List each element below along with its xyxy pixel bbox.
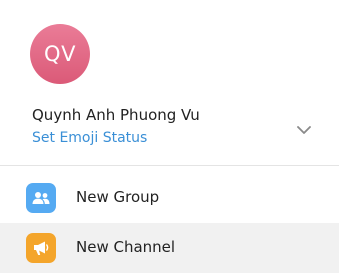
set-emoji-status-link[interactable]: Set Emoji Status (32, 130, 147, 146)
menu-item-new-channel[interactable]: New Channel (0, 223, 339, 273)
avatar-initials: QV (44, 42, 76, 66)
avatar[interactable]: QV (30, 24, 90, 84)
group-icon (32, 192, 50, 204)
accounts-expand-toggle[interactable] (292, 118, 316, 142)
divider (0, 165, 339, 166)
user-name: Quynh Anh Phuong Vu (32, 106, 200, 124)
menu-item-new-group[interactable]: New Group (0, 173, 339, 223)
chevron-down-icon (297, 126, 311, 134)
megaphone-icon (34, 241, 49, 255)
menu-item-label: New Group (76, 188, 160, 206)
menu-item-label: New Channel (76, 238, 176, 256)
new-group-icon-badge (26, 183, 56, 213)
profile-header: QV Quynh Anh Phuong Vu Set Emoji Status (0, 0, 339, 165)
new-channel-icon-badge (26, 233, 56, 263)
